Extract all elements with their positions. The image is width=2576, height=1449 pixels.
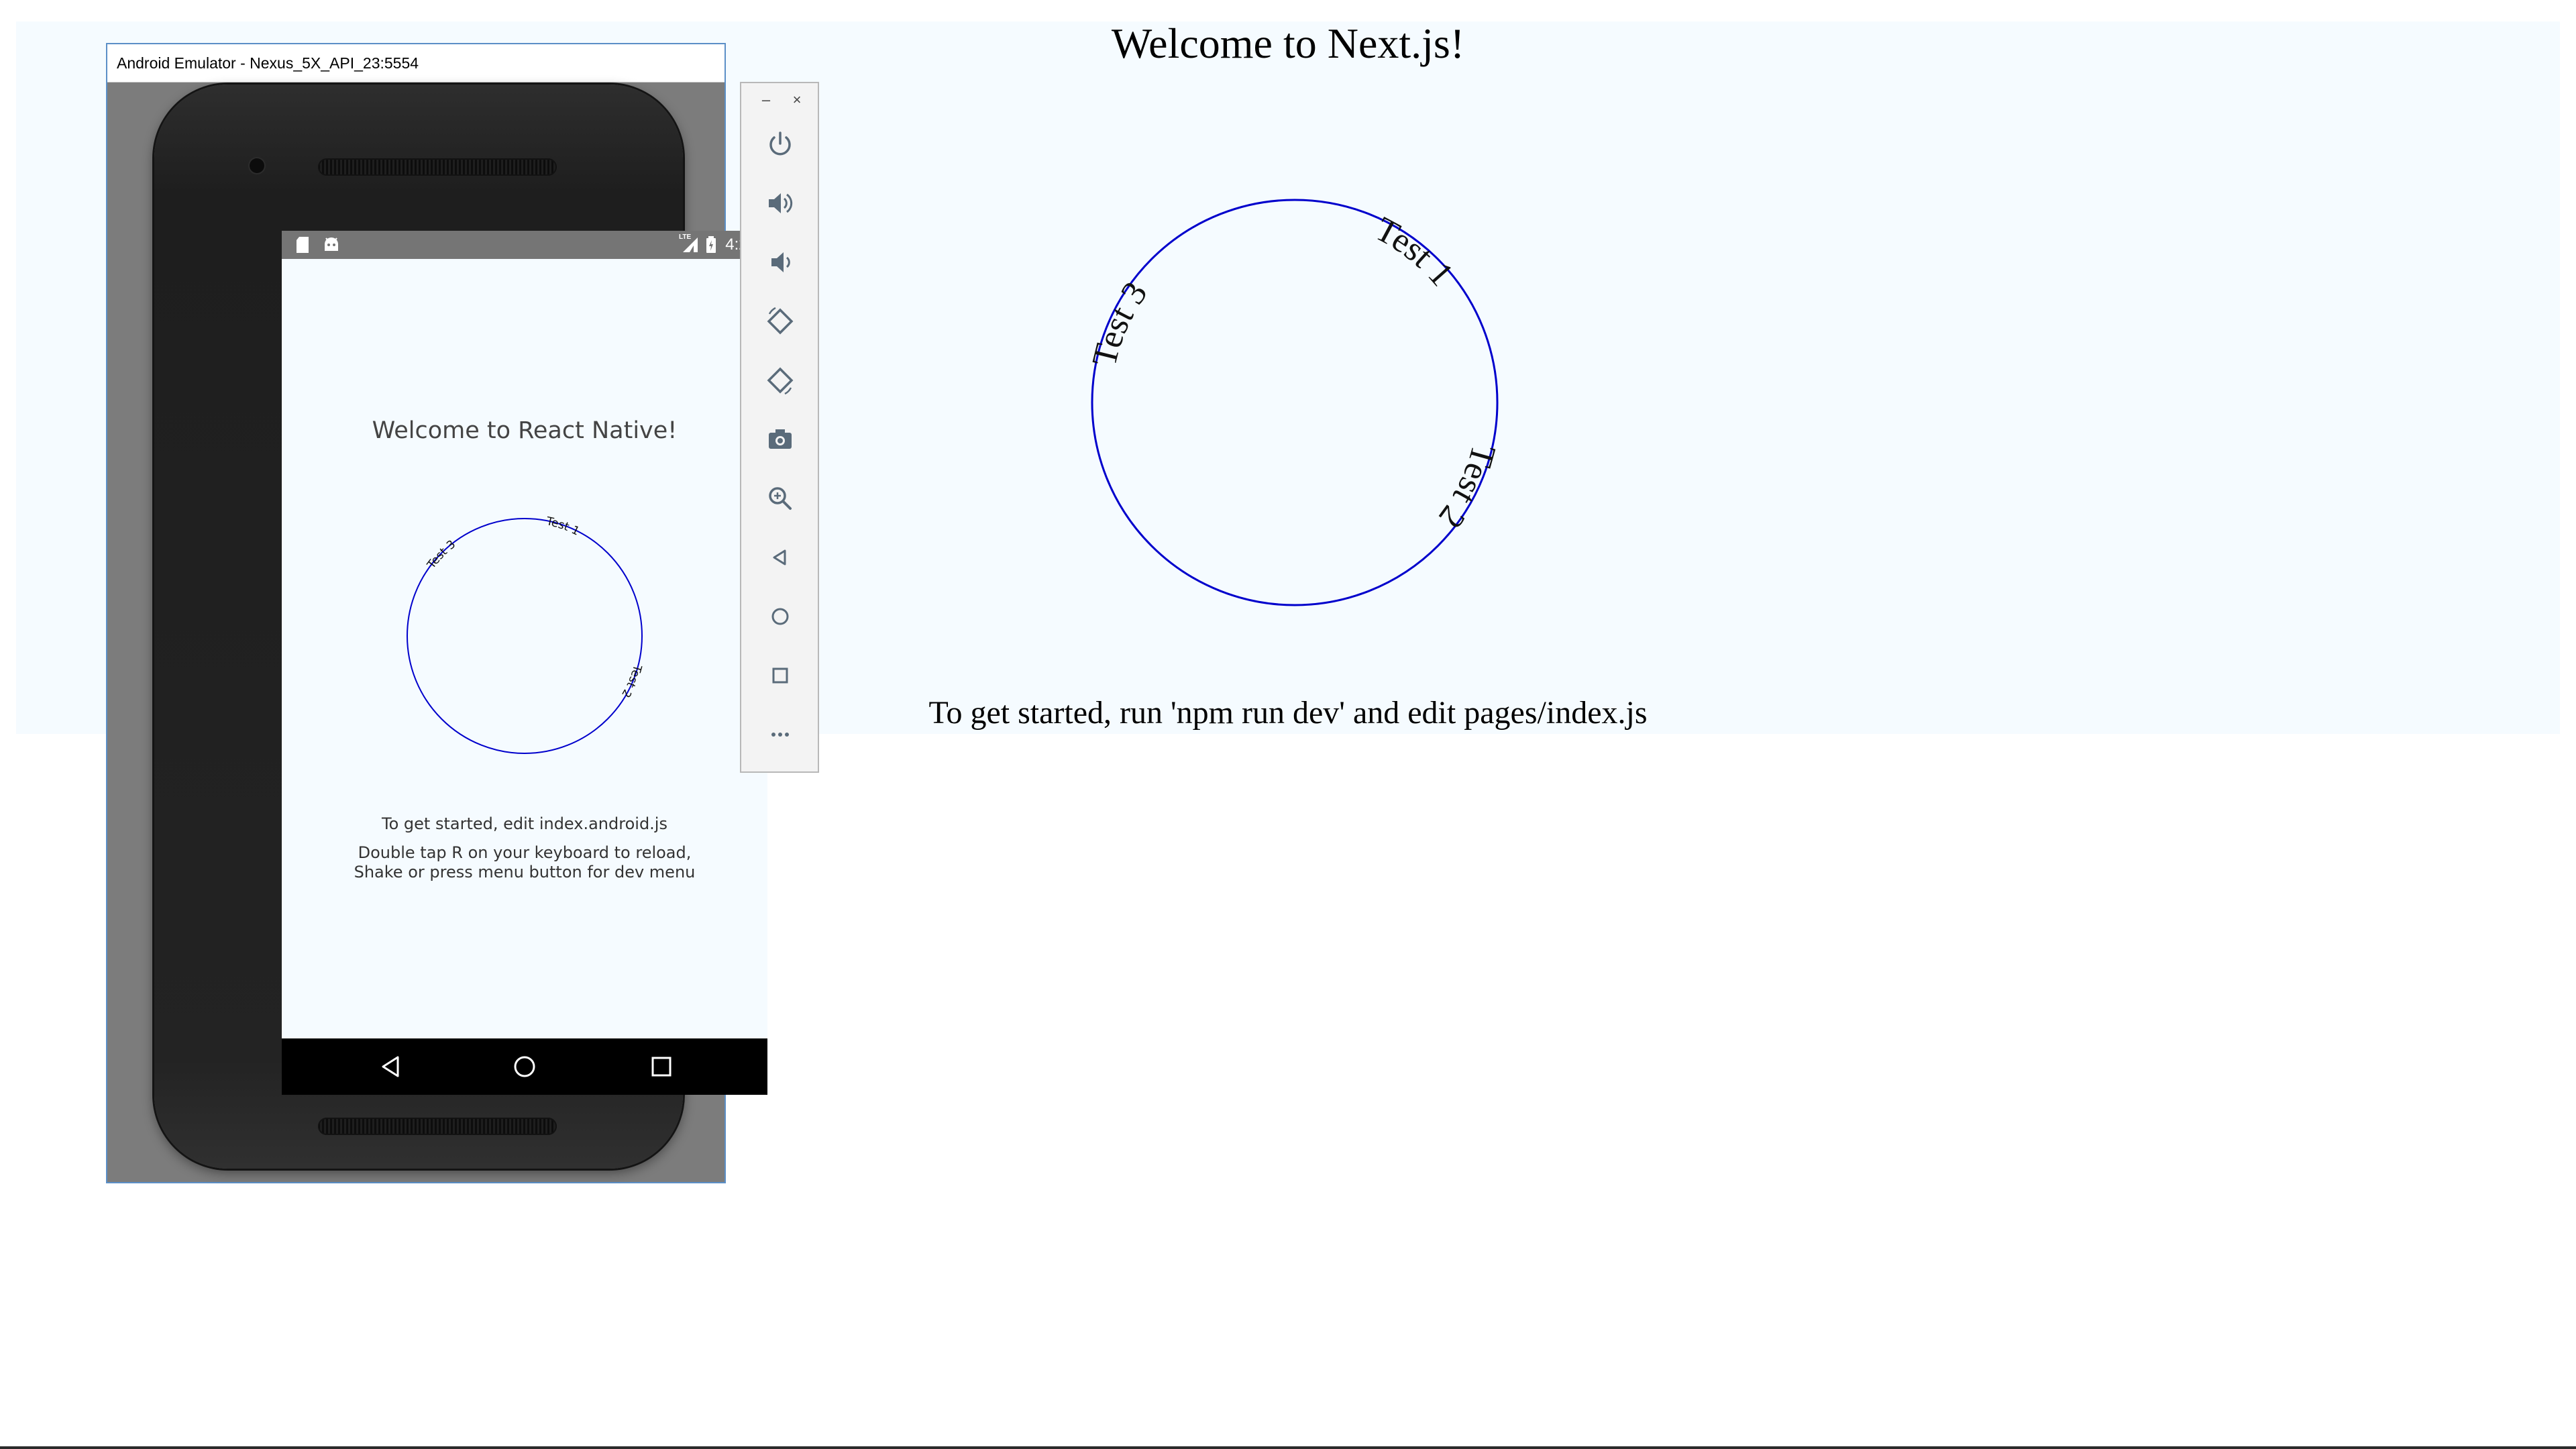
home-icon bbox=[771, 608, 789, 625]
back-button[interactable] bbox=[761, 538, 800, 577]
home-button[interactable] bbox=[761, 597, 800, 636]
app-label-test3: Test 3 bbox=[425, 537, 458, 572]
instructions-line-3: Shake or press menu button for dev menu bbox=[354, 863, 696, 881]
nav-home-icon[interactable] bbox=[504, 1046, 545, 1087]
power-icon bbox=[769, 131, 791, 156]
top-speaker-grille bbox=[318, 158, 557, 176]
app-screen[interactable]: Welcome to React Native! Test 1 Test 2 T… bbox=[282, 259, 767, 1038]
rotate-left-icon bbox=[767, 307, 794, 335]
volume-down-button[interactable] bbox=[761, 243, 800, 282]
page-bottom-border bbox=[0, 1446, 2576, 1449]
nav-overview-icon[interactable] bbox=[641, 1046, 682, 1087]
android-nav-bar bbox=[282, 1038, 767, 1095]
emulator-window[interactable]: Android Emulator - Nexus_5X_API_23:5554 … bbox=[106, 43, 767, 1183]
web-label-test3: Test 3 bbox=[1085, 275, 1155, 370]
volume-up-button[interactable] bbox=[761, 184, 800, 223]
rotate-left-button[interactable] bbox=[761, 302, 800, 341]
bottom-speaker-grille bbox=[318, 1118, 557, 1135]
volume-down-icon bbox=[771, 252, 790, 272]
battery-icon bbox=[706, 236, 716, 253]
nav-back-icon[interactable] bbox=[371, 1046, 411, 1087]
volume-up-icon bbox=[769, 193, 793, 213]
web-label-test2: Test 2 bbox=[1431, 441, 1503, 535]
screenshot-button[interactable] bbox=[761, 420, 800, 459]
more-icon bbox=[771, 733, 789, 737]
front-camera bbox=[250, 158, 264, 173]
app-label-test1: Test 1 bbox=[545, 515, 582, 539]
rotate-right-icon bbox=[767, 367, 794, 395]
overview-icon bbox=[772, 667, 788, 684]
power-button[interactable] bbox=[761, 125, 800, 164]
instructions-line-1: To get started, edit index.android.js bbox=[382, 814, 667, 833]
close-button[interactable]: × bbox=[787, 90, 807, 110]
more-button[interactable] bbox=[761, 715, 800, 754]
minimize-button[interactable]: – bbox=[756, 90, 776, 110]
back-icon bbox=[773, 549, 786, 566]
zoom-button[interactable] bbox=[761, 479, 800, 518]
camera-icon bbox=[769, 429, 792, 449]
app-label-test2: Test 2 bbox=[619, 663, 644, 700]
android-debug-icon bbox=[325, 237, 338, 251]
rotate-right-button[interactable] bbox=[761, 361, 800, 400]
android-status-bar: LTE 4:29 bbox=[282, 231, 767, 259]
instructions-line-2: Double tap R on your keyboard to reload, bbox=[358, 843, 692, 862]
emulator-toolbar: – × bbox=[740, 82, 819, 773]
emulator-title-bar[interactable]: Android Emulator - Nexus_5X_API_23:5554 bbox=[107, 44, 724, 83]
zoom-icon bbox=[769, 487, 792, 510]
web-label-test1: Test 1 bbox=[1369, 210, 1461, 294]
app-circle-graphic: Test 1 Test 2 Test 3 bbox=[407, 515, 644, 754]
signal-icon bbox=[683, 237, 698, 252]
overview-button[interactable] bbox=[761, 656, 800, 695]
app-title: Welcome to React Native! bbox=[372, 417, 678, 444]
web-circle-graphic: Test 1 Test 2 Test 3 bbox=[1085, 199, 1503, 606]
sd-card-icon bbox=[297, 237, 309, 253]
